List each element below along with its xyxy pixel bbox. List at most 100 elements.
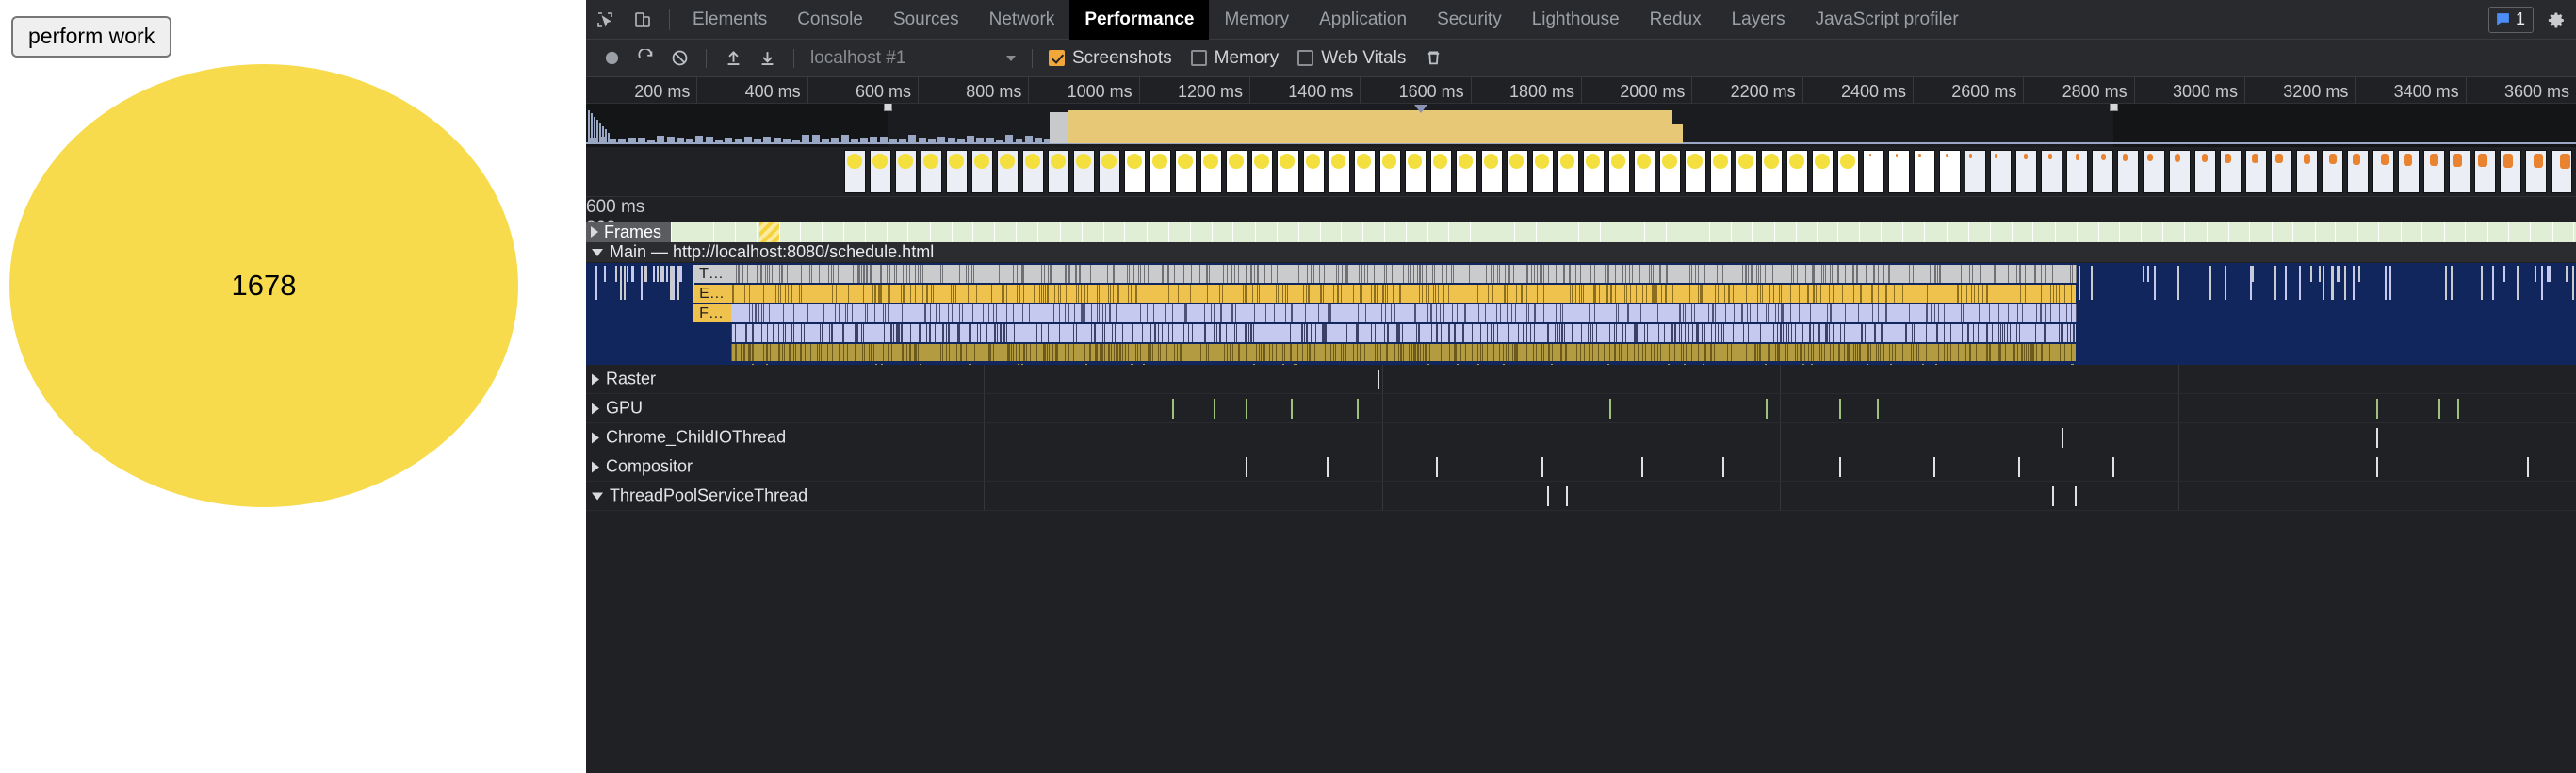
tab-memory[interactable]: Memory: [1209, 0, 1304, 40]
frame-cell[interactable]: [2359, 222, 2380, 242]
track-header[interactable]: Chrome_ChildIOThread: [592, 428, 786, 448]
flame-trailing-event[interactable]: [2491, 266, 2494, 300]
flame-leading-event[interactable]: [656, 266, 659, 282]
track-event-mark[interactable]: [2376, 457, 2378, 477]
filmstrip-frame[interactable]: [1429, 150, 1452, 193]
frame-cell[interactable]: [2208, 222, 2229, 242]
frame-cell[interactable]: [1169, 222, 1191, 242]
frames-track-label[interactable]: Frames: [586, 222, 672, 242]
flame-leading-event[interactable]: [615, 266, 618, 282]
frame-cell[interactable]: [1710, 222, 1732, 242]
filmstrip-frame[interactable]: [1786, 150, 1809, 193]
frame-cell[interactable]: [758, 222, 780, 242]
filmstrip-frame[interactable]: [2244, 150, 2267, 193]
frame-cell[interactable]: [780, 222, 801, 242]
track-threadpoolservicethread[interactable]: ThreadPoolServiceThread: [586, 482, 2576, 511]
flame-trailing-event[interactable]: [2389, 266, 2392, 300]
web-vitals-checkbox[interactable]: Web Vitals: [1297, 48, 1406, 69]
flame-leading-event[interactable]: [693, 266, 694, 300]
filmstrip-frame[interactable]: [1124, 150, 1147, 193]
frame-cell[interactable]: [1970, 222, 1992, 242]
overview-time-ruler[interactable]: 200 ms 400 ms 600 ms 800 ms 1000 ms 1200 ms 14…: [586, 77, 2576, 104]
frame-cell[interactable]: [1840, 222, 1861, 242]
frame-cell[interactable]: [1429, 222, 1450, 242]
flame-trailing-event[interactable]: [2142, 266, 2144, 282]
frame-cell[interactable]: [1386, 222, 1408, 242]
frame-cell[interactable]: [1645, 222, 1667, 242]
frame-cell[interactable]: [1905, 222, 1926, 242]
frame-cell[interactable]: [715, 222, 736, 242]
frame-cell[interactable]: [1559, 222, 1579, 242]
filmstrip-frame[interactable]: [1837, 150, 1860, 193]
filmstrip-frame[interactable]: [2346, 150, 2369, 193]
filmstrip-frame[interactable]: [1353, 150, 1376, 193]
track-event-mark[interactable]: [2457, 399, 2459, 419]
tab-network[interactable]: Network: [974, 0, 1070, 40]
track-event-mark[interactable]: [1172, 399, 1174, 419]
screenshots-checkbox[interactable]: Screenshots: [1049, 48, 1172, 69]
frame-cell[interactable]: [2079, 222, 2099, 242]
filmstrip-frame[interactable]: [2143, 150, 2165, 193]
main-thread-flame-chart[interactable]: T… E… F…: [586, 263, 2576, 365]
flame-leading-event[interactable]: [631, 266, 634, 282]
tab-console[interactable]: Console: [782, 0, 878, 40]
filmstrip-frame[interactable]: [1328, 150, 1350, 193]
flame-trailing-event[interactable]: [2572, 266, 2575, 300]
track-event-mark[interactable]: [1547, 486, 1549, 506]
tab-performance[interactable]: Performance: [1069, 0, 1210, 40]
flame-trailing-event[interactable]: [2079, 266, 2081, 300]
filmstrip-frame[interactable]: [2168, 150, 2191, 193]
track-event-mark[interactable]: [2376, 399, 2378, 419]
frame-cell[interactable]: [2294, 222, 2316, 242]
tab-layers[interactable]: Layers: [1717, 0, 1801, 40]
frame-cell[interactable]: [1797, 222, 1818, 242]
filmstrip-frame[interactable]: [2270, 150, 2292, 193]
filmstrip-frame[interactable]: [1480, 150, 1503, 193]
frame-cell[interactable]: [1927, 222, 1948, 242]
track-event-mark[interactable]: [2112, 457, 2114, 477]
filmstrip-frame[interactable]: [1455, 150, 1477, 193]
frame-cell[interactable]: [2489, 222, 2510, 242]
frame-cell[interactable]: [2229, 222, 2250, 242]
track-event-mark[interactable]: [1641, 457, 1643, 477]
frame-cell[interactable]: [1753, 222, 1775, 242]
frame-cell[interactable]: [1126, 222, 1148, 242]
filmstrip-frame[interactable]: [1531, 150, 1554, 193]
filmstrip-frame[interactable]: [2448, 150, 2470, 193]
filmstrip-frame[interactable]: [946, 150, 969, 193]
filmstrip-frame[interactable]: [1658, 150, 1681, 193]
filmstrip-frame[interactable]: [1226, 150, 1248, 193]
filmstrip-frame[interactable]: [1684, 150, 1706, 193]
track-event-mark[interactable]: [1722, 457, 1724, 477]
tab-lighthouse[interactable]: Lighthouse: [1517, 0, 1635, 40]
frame-cell[interactable]: [1256, 222, 1278, 242]
flame-row[interactable]: [731, 265, 2077, 283]
frame-cell[interactable]: [1494, 222, 1516, 242]
filmstrip-frame[interactable]: [1812, 150, 1834, 193]
settings-gear-icon[interactable]: [2547, 10, 2567, 30]
frame-cell[interactable]: [1062, 222, 1083, 242]
screenshot-filmstrip[interactable]: [586, 147, 2576, 196]
frame-cell[interactable]: [1321, 222, 1343, 242]
frame-cell[interactable]: [1473, 222, 1493, 242]
flame-leading-event[interactable]: [604, 266, 607, 282]
frame-cell[interactable]: [1364, 222, 1386, 242]
flame-trailing-event[interactable]: [2309, 266, 2312, 282]
flame-trailing-event[interactable]: [2209, 266, 2212, 300]
filmstrip-frame[interactable]: [2397, 150, 2420, 193]
track-event-mark[interactable]: [2018, 457, 2020, 477]
flame-event-label[interactable]: T…: [693, 265, 732, 283]
flame-trailing-event[interactable]: [2358, 266, 2360, 282]
flame-leading-event[interactable]: [644, 266, 647, 282]
frame-cell[interactable]: [2468, 222, 2489, 242]
track-event-mark[interactable]: [1541, 457, 1543, 477]
flame-trailing-event[interactable]: [2224, 266, 2226, 300]
filmstrip-frame[interactable]: [2193, 150, 2216, 193]
track-event-mark[interactable]: [1877, 399, 1879, 419]
flame-leading-event[interactable]: [666, 266, 669, 282]
filmstrip-frame[interactable]: [2066, 150, 2089, 193]
frame-cell[interactable]: [1191, 222, 1213, 242]
filmstrip-frame[interactable]: [1761, 150, 1784, 193]
flame-event-label[interactable]: F…: [693, 304, 732, 322]
frame-cell[interactable]: [910, 222, 932, 242]
